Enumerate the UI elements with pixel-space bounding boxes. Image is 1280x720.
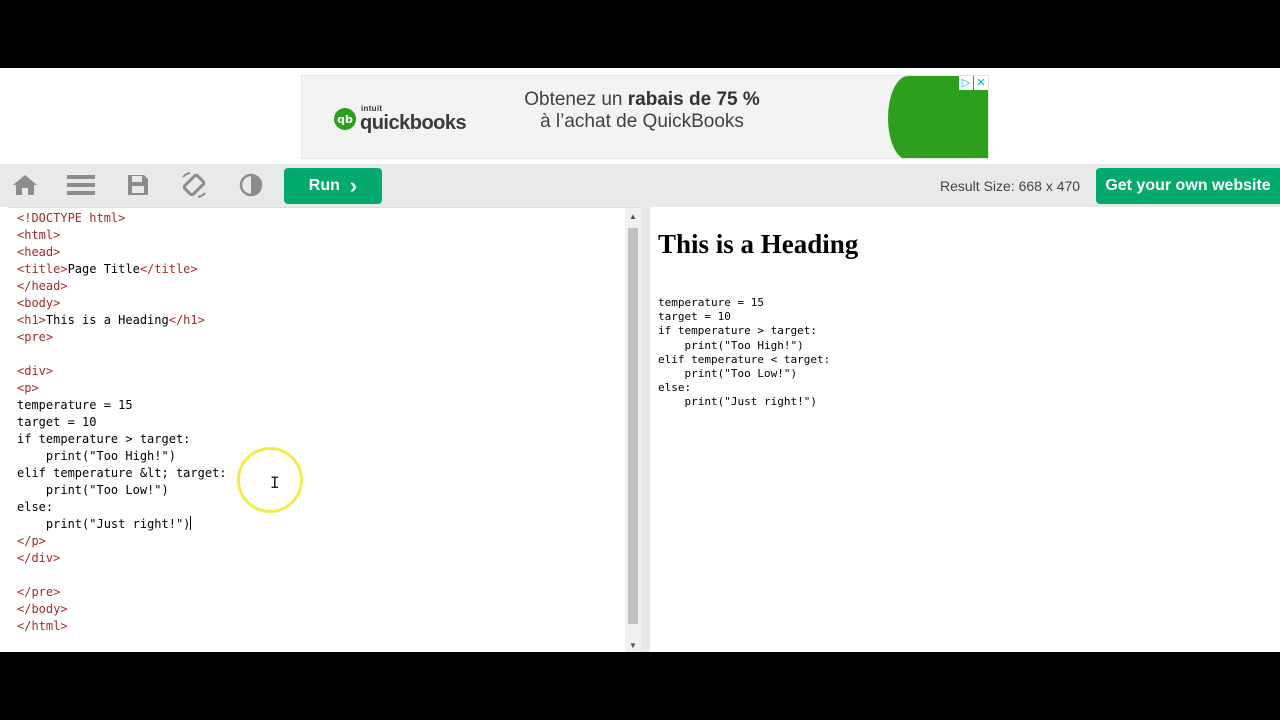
code-line[interactable]: <pre> (17, 330, 53, 344)
ad-banner-area: qb intuit quickbooks Obtenez un rabais d… (0, 68, 1280, 164)
ad-close-icon[interactable]: ✕ (974, 76, 988, 90)
ad-headline-part1: Obtenez un (524, 89, 628, 110)
code-line[interactable]: </pre> (17, 585, 60, 599)
get-your-own-website-button[interactable]: Get your own website (1096, 168, 1280, 204)
code-line[interactable]: <body> (17, 296, 60, 310)
code-line[interactable]: <div> (17, 364, 53, 378)
code-line[interactable]: else: (17, 500, 53, 514)
menu-icon[interactable] (67, 171, 95, 199)
code-line[interactable]: </div> (17, 551, 60, 565)
contrast-icon[interactable] (237, 171, 265, 199)
code-line[interactable]: </head> (17, 279, 68, 293)
code-line[interactable]: </html> (17, 619, 68, 633)
pane-divider[interactable] (641, 207, 650, 652)
toolbar: Run › Result Size: 668 x 470 Get your ow… (0, 164, 1280, 207)
code-line[interactable]: <html> (17, 228, 60, 242)
brand-name: quickbooks (360, 112, 467, 134)
run-button[interactable]: Run › (284, 168, 382, 204)
ad-headline-bold: rabais de 75 % (627, 89, 760, 110)
qb-logo-mark: qb (334, 108, 356, 130)
home-icon[interactable] (11, 171, 39, 199)
text-caret (190, 516, 192, 530)
code-line[interactable]: elif temperature &lt; target: (17, 466, 227, 480)
code-line[interactable]: <p> (17, 381, 39, 395)
code-line[interactable]: print("Too Low!") (17, 483, 169, 497)
ad-headline: Obtenez un rabais de 75 % à l’achat de Q… (452, 89, 832, 133)
code-line[interactable]: target = 10 (17, 415, 96, 429)
text-cursor-icon: I (270, 473, 280, 492)
code-line[interactable]: <!DOCTYPE html> (17, 211, 125, 225)
result-heading: This is a Heading (658, 229, 859, 259)
scroll-down-icon[interactable]: ▼ (625, 637, 641, 652)
code-line[interactable]: print("Just right!") (17, 517, 191, 531)
save-icon[interactable] (124, 171, 152, 199)
code-line[interactable]: </p> (17, 534, 46, 548)
code-content[interactable]: <!DOCTYPE html> <html> <head> <title>Pag… (17, 210, 227, 635)
code-line[interactable]: <title>Page Title</title> (17, 262, 198, 276)
code-line[interactable]: print("Too High!") (17, 449, 176, 463)
code-line[interactable]: <head> (17, 245, 60, 259)
result-preformatted-text: temperature = 15 target = 10 if temperat… (658, 296, 831, 409)
chevron-right-icon: › (349, 173, 358, 198)
code-editor[interactable]: <!DOCTYPE html> <html> <head> <title>Pag… (8, 207, 641, 652)
result-pane: This is a Heading temperature = 15 targe… (650, 207, 1280, 652)
code-line[interactable]: temperature = 15 (17, 398, 133, 412)
page: qb intuit quickbooks Obtenez un rabais d… (0, 68, 1280, 652)
rotate-icon[interactable] (180, 171, 208, 199)
run-button-label: Run (308, 177, 340, 194)
editor-scrollbar[interactable]: ▲ ▼ (625, 208, 641, 652)
adchoices-icon[interactable]: ▷ (959, 76, 973, 90)
code-line[interactable]: </body> (17, 602, 68, 616)
ad-choices-badge[interactable]: ▷ ✕ (959, 76, 988, 90)
ad-banner[interactable]: qb intuit quickbooks Obtenez un rabais d… (301, 75, 989, 159)
code-line[interactable]: if temperature > target: (17, 432, 190, 446)
scroll-thumb[interactable] (628, 228, 638, 624)
code-line[interactable]: <h1>This is a Heading</h1> (17, 313, 205, 327)
quickbooks-logo: qb intuit quickbooks (334, 105, 467, 134)
result-size-label: Result Size: 668 x 470 (940, 178, 1081, 194)
ad-headline-line2: à l’achat de QuickBooks (540, 111, 744, 132)
scroll-up-icon[interactable]: ▲ (625, 208, 641, 224)
